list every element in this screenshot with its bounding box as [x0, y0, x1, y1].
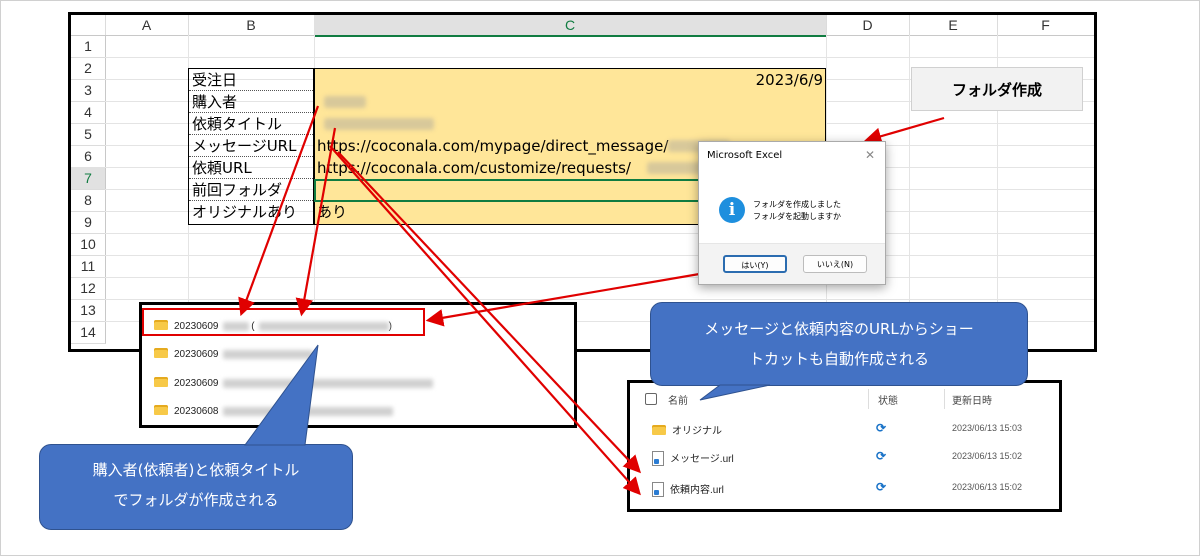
file-name-text: オリジナル — [672, 426, 722, 437]
url-shortcut-icon — [652, 481, 664, 497]
grid-line — [105, 277, 1094, 278]
header-name[interactable]: 名前 — [668, 392, 688, 407]
file-date: 2023/06/13 15:02 — [952, 451, 1023, 461]
row-header-14[interactable]: 14 — [71, 321, 106, 344]
grid-line — [105, 57, 1094, 58]
blurred-name — [222, 378, 433, 388]
row-header-8[interactable]: 8 — [71, 189, 106, 212]
column-header-d[interactable]: D — [826, 15, 910, 35]
callout-folder-line2: でフォルダが作成される — [113, 491, 279, 509]
folder-icon — [154, 377, 168, 388]
row-header-13[interactable]: 13 — [71, 299, 106, 322]
file-row-message-url[interactable]: メッセージ.url ⟳ 2023/06/13 15:02 — [630, 444, 1059, 472]
folder-icon — [652, 425, 666, 436]
file-name: 依頼内容.url — [652, 481, 724, 498]
blurred-name — [222, 349, 313, 359]
cell-message-url[interactable]: https://coconala.com/mypage/direct_messa… — [317, 135, 668, 157]
file-date: 2023/06/13 15:02 — [952, 482, 1023, 492]
blurred-request-id — [647, 162, 705, 174]
sync-icon: ⟳ — [876, 421, 887, 435]
column-header-a[interactable]: A — [105, 15, 189, 35]
column-header-f[interactable]: F — [997, 15, 1094, 35]
file-name-text: メッセージ.url — [670, 454, 734, 465]
row-header-9[interactable]: 9 — [71, 211, 106, 234]
folder-icon — [154, 405, 168, 416]
select-all-checkbox[interactable] — [645, 393, 657, 405]
file-row-original[interactable]: オリジナル ⟳ 2023/06/13 15:03 — [630, 416, 1059, 444]
folder-icon — [154, 348, 168, 359]
row-header-7[interactable]: 7 — [71, 167, 106, 190]
row-header-10[interactable]: 10 — [71, 233, 106, 256]
label-order-date[interactable]: 受注日 — [189, 69, 313, 91]
dialog-title: Microsoft Excel — [707, 150, 783, 161]
row-header-2[interactable]: 2 — [71, 57, 106, 80]
row-header-6[interactable]: 6 — [71, 145, 106, 168]
info-icon: i — [719, 197, 745, 223]
grid-line — [105, 299, 1094, 300]
dialog-footer: はい(Y) いいえ(N) — [699, 243, 885, 284]
file-explorer: 名前 状態 更新日時 オリジナル ⟳ 2023/06/13 15:03 メッセー… — [627, 380, 1062, 512]
blurred-buyer — [324, 96, 366, 108]
blurred-name — [222, 406, 393, 416]
select-all-corner[interactable] — [71, 15, 106, 35]
row-header-11[interactable]: 11 — [71, 255, 106, 278]
callout-folder-line1: 購入者(依頼者)と依頼タイトル — [92, 461, 300, 479]
column-divider[interactable] — [944, 389, 945, 409]
blurred-request-title — [324, 118, 434, 130]
header-status[interactable]: 状態 — [878, 392, 898, 407]
explorer-header: 名前 状態 更新日時 — [630, 383, 1059, 413]
folder-item-2[interactable]: 20230609 — [154, 344, 313, 366]
file-name: メッセージ.url — [652, 450, 734, 467]
label-original[interactable]: オリジナルあり — [189, 201, 313, 223]
row-header-4[interactable]: 4 — [71, 101, 106, 124]
file-name-text: 依頼内容.url — [670, 485, 724, 496]
grid-line — [105, 255, 1094, 256]
sync-icon: ⟳ — [876, 449, 887, 463]
callout-shortcut-creation: メッセージと依頼内容のURLからショー トカットも自動作成される — [650, 302, 1028, 386]
cell-original[interactable]: あり — [317, 201, 347, 223]
header-modified[interactable]: 更新日時 — [952, 392, 992, 407]
folder-item-date: 20230609 — [174, 378, 219, 389]
folder-item-date: 20230609 — [174, 349, 219, 360]
new-folder-highlight — [142, 308, 425, 336]
row-header-12[interactable]: 12 — [71, 277, 106, 300]
column-divider[interactable] — [868, 389, 869, 409]
callout-shortcut-line1: メッセージと依頼内容のURLからショー — [704, 320, 974, 338]
label-buyer[interactable]: 購入者 — [189, 91, 313, 113]
column-header-e[interactable]: E — [909, 15, 998, 35]
folder-item-3[interactable]: 20230609 — [154, 373, 433, 395]
row-header-1[interactable]: 1 — [71, 35, 106, 58]
file-row-request-url[interactable]: 依頼内容.url ⟳ 2023/06/13 15:02 — [630, 475, 1059, 503]
callout-folder-creation: 購入者(依頼者)と依頼タイトル でフォルダが作成される — [39, 444, 353, 530]
row-header-5[interactable]: 5 — [71, 123, 106, 146]
label-message-url[interactable]: メッセージURL — [189, 135, 313, 157]
create-folder-button[interactable]: フォルダ作成 — [911, 67, 1083, 111]
cell-request-url[interactable]: https://coconala.com/customize/requests/ — [317, 157, 631, 179]
cell-order-date[interactable]: 2023/6/9 — [741, 69, 823, 91]
close-icon[interactable]: ✕ — [865, 148, 875, 162]
column-header-row: A B C D E F — [71, 15, 1094, 37]
folder-item-4[interactable]: 20230608 — [154, 401, 393, 423]
yes-button[interactable]: はい(Y) — [723, 255, 787, 273]
file-name: オリジナル — [652, 422, 722, 437]
dialog-message-line2: フォルダを起動しますか — [753, 212, 841, 221]
grid-line — [105, 233, 1094, 234]
sync-icon: ⟳ — [876, 480, 887, 494]
no-button[interactable]: いいえ(N) — [803, 255, 867, 273]
url-shortcut-icon — [652, 450, 664, 466]
dialog-message-line1: フォルダを作成しました — [753, 200, 841, 209]
excel-message-dialog: Microsoft Excel ✕ i フォルダを作成しました フォルダを起動し… — [698, 141, 886, 285]
file-date: 2023/06/13 15:03 — [952, 423, 1023, 433]
label-request-url[interactable]: 依頼URL — [189, 157, 313, 179]
row-header-3[interactable]: 3 — [71, 79, 106, 102]
label-previous-folder[interactable]: 前回フォルダ — [189, 179, 313, 201]
dialog-message: フォルダを作成しました フォルダを起動しますか — [753, 199, 841, 223]
label-request-title[interactable]: 依頼タイトル — [189, 113, 313, 135]
column-header-b[interactable]: B — [188, 15, 315, 35]
excel-sheet: A B C D E F 1 2 3 4 5 6 7 8 9 10 11 12 1… — [68, 12, 1097, 352]
callout-shortcut-line2: トカットも自動作成される — [748, 350, 929, 368]
folder-item-date: 20230608 — [174, 406, 219, 417]
column-header-c[interactable]: C — [314, 15, 827, 37]
